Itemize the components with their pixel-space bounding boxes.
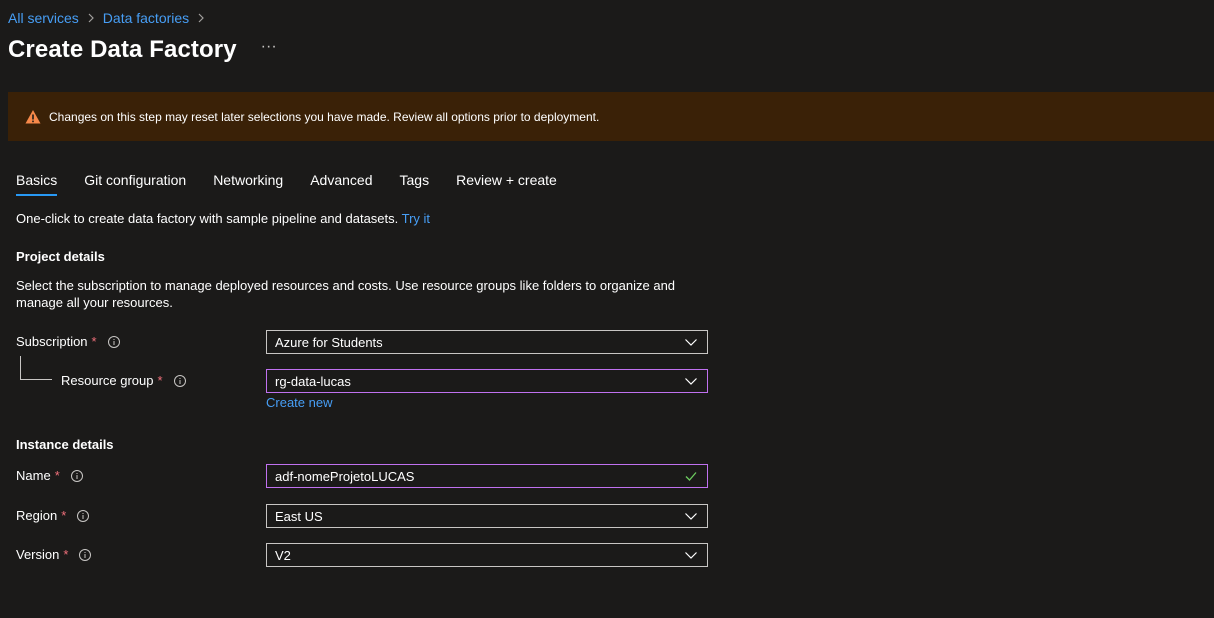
breadcrumb-link-data-factories[interactable]: Data factories — [103, 10, 189, 26]
info-icon[interactable] — [173, 374, 187, 388]
tab-advanced[interactable]: Advanced — [310, 172, 372, 196]
info-icon[interactable] — [76, 509, 90, 523]
more-options-button[interactable]: ··· — [261, 38, 277, 56]
info-icon[interactable] — [107, 335, 121, 349]
chevron-down-icon — [684, 374, 698, 388]
name-label-text: Name — [16, 468, 51, 483]
resource-group-label-text: Resource group — [61, 373, 154, 388]
name-value: adf-nomeProjetoLUCAS — [275, 468, 415, 484]
info-icon[interactable] — [78, 548, 92, 562]
tab-basics[interactable]: Basics — [16, 172, 58, 196]
chevron-down-icon — [684, 548, 698, 562]
required-marker: * — [63, 547, 69, 562]
subscription-dropdown[interactable]: Azure for Students — [266, 330, 708, 354]
warning-text: Changes on this step may reset later sel… — [49, 109, 600, 124]
warning-icon — [25, 109, 41, 125]
warning-banner: Changes on this step may reset later sel… — [8, 92, 1214, 141]
breadcrumb-link-all-services[interactable]: All services — [8, 10, 79, 26]
intro-line: One-click to create data factory with sa… — [16, 211, 430, 226]
breadcrumb: All services Data factories — [8, 10, 213, 26]
try-it-link[interactable]: Try it — [402, 211, 430, 226]
required-marker: * — [157, 373, 163, 388]
required-marker: * — [61, 508, 67, 523]
intro-text: One-click to create data factory with sa… — [16, 211, 402, 226]
chevron-right-icon — [197, 13, 205, 23]
version-dropdown[interactable]: V2 — [266, 543, 708, 567]
subscription-value: Azure for Students — [275, 334, 383, 350]
page-title: Create Data Factory — [8, 36, 237, 63]
subscription-label: Subscription * — [16, 334, 121, 349]
name-label: Name * — [16, 468, 84, 483]
instance-details-heading: Instance details — [16, 437, 114, 452]
tab-tags[interactable]: Tags — [400, 172, 430, 196]
region-label: Region * — [16, 508, 90, 523]
version-label-text: Version — [16, 547, 60, 562]
resource-group-label: Resource group * — [61, 373, 187, 388]
tab-list: Basics Git configuration Networking Adva… — [16, 172, 584, 196]
chevron-down-icon — [684, 335, 698, 349]
chevron-down-icon — [684, 509, 698, 523]
resource-group-value: rg-data-lucas — [275, 373, 351, 389]
project-details-description: Select the subscription to manage deploy… — [16, 278, 676, 310]
tree-connector — [20, 356, 52, 380]
subscription-label-text: Subscription — [16, 334, 88, 349]
name-input[interactable]: adf-nomeProjetoLUCAS — [266, 464, 708, 488]
info-icon[interactable] — [70, 469, 84, 483]
required-marker: * — [91, 334, 97, 349]
region-label-text: Region — [16, 508, 58, 523]
region-dropdown[interactable]: East US — [266, 504, 708, 528]
resource-group-dropdown[interactable]: rg-data-lucas — [266, 369, 708, 393]
region-value: East US — [275, 508, 323, 524]
version-value: V2 — [275, 547, 291, 563]
chevron-right-icon — [87, 13, 95, 23]
checkmark-icon — [684, 469, 698, 483]
project-details-heading: Project details — [16, 249, 105, 264]
tab-review-create[interactable]: Review + create — [456, 172, 557, 196]
title-row: Create Data Factory ··· — [8, 36, 277, 64]
tab-git-configuration[interactable]: Git configuration — [84, 172, 186, 196]
required-marker: * — [54, 468, 60, 483]
version-label: Version * — [16, 547, 92, 562]
create-new-link[interactable]: Create new — [266, 395, 332, 410]
tab-networking[interactable]: Networking — [213, 172, 283, 196]
